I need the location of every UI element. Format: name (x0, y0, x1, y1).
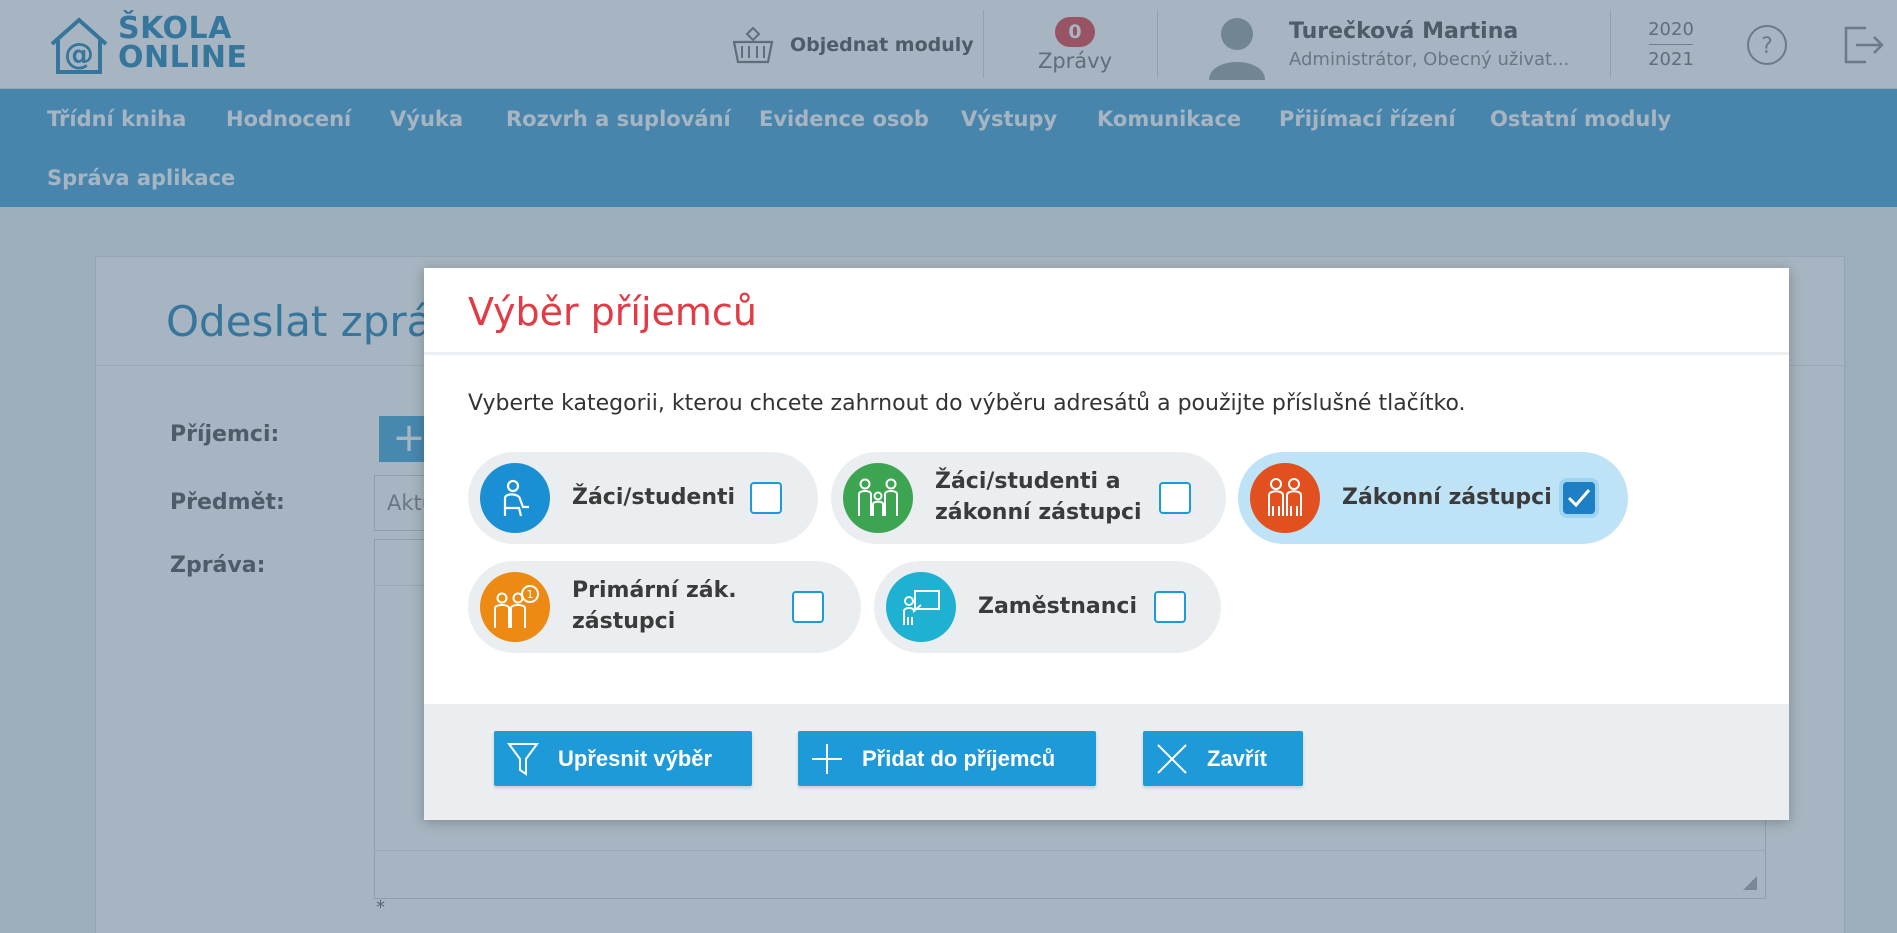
category-label: Zákonní zástupci (1342, 485, 1552, 510)
category-checkbox[interactable] (1154, 591, 1186, 623)
refine-selection-label: Upřesnit výběr (558, 745, 713, 771)
category-checkbox-checked[interactable] (1563, 482, 1595, 514)
category-label: Žáci/studenti (572, 485, 736, 510)
student-icon (480, 463, 550, 533)
category-checkbox[interactable] (792, 591, 824, 623)
parents-icon (1250, 463, 1320, 533)
dialog-title: Výběr příjemců (468, 290, 757, 334)
add-to-recipients-label: Přidat do příjemců (862, 745, 1056, 771)
category-label-line-2: zákonní zástupci (935, 500, 1142, 525)
refine-selection-button[interactable]: Upřesnit výběr (494, 731, 752, 786)
plus-icon (808, 740, 846, 778)
close-icon (1153, 740, 1191, 778)
dialog-description: Vyberte kategorii, kterou chcete zahrnou… (468, 391, 1466, 416)
teacher-icon (886, 572, 956, 642)
close-label: Zavřít (1207, 745, 1267, 771)
add-to-recipients-button[interactable]: Přidat do příjemců (798, 731, 1096, 786)
category-label: Zaměstnanci (978, 594, 1138, 619)
primary-parents-icon: 1 (480, 572, 550, 642)
close-button[interactable]: Zavřít (1143, 731, 1303, 786)
category-students[interactable]: Žáci/studenti (468, 452, 818, 544)
category-parents[interactable]: Zákonní zástupci (1238, 452, 1628, 544)
recipient-selection-dialog: Výběr příjemců Vyberte kategorii, kterou… (424, 268, 1789, 820)
category-label-line-1: Žáci/studenti a (935, 469, 1121, 494)
category-label-line-1: Primární zák. (572, 578, 737, 603)
category-checkbox[interactable] (750, 482, 782, 514)
filter-icon (504, 740, 542, 778)
category-checkbox[interactable] (1159, 482, 1191, 514)
dialog-footer: Upřesnit výběr Přidat do příjemců Zavřít (424, 704, 1789, 820)
category-label-line-2: zástupci (572, 609, 676, 634)
category-primary-parents[interactable]: 1 Primární zák. zástupci (468, 561, 861, 653)
category-employees[interactable]: Zaměstnanci (874, 561, 1221, 653)
checkmark-icon (1567, 489, 1591, 508)
family-icon (843, 463, 913, 533)
category-students-and-parents[interactable]: Žáci/studenti a zákonní zástupci (831, 452, 1226, 544)
svg-text:1: 1 (527, 588, 534, 601)
